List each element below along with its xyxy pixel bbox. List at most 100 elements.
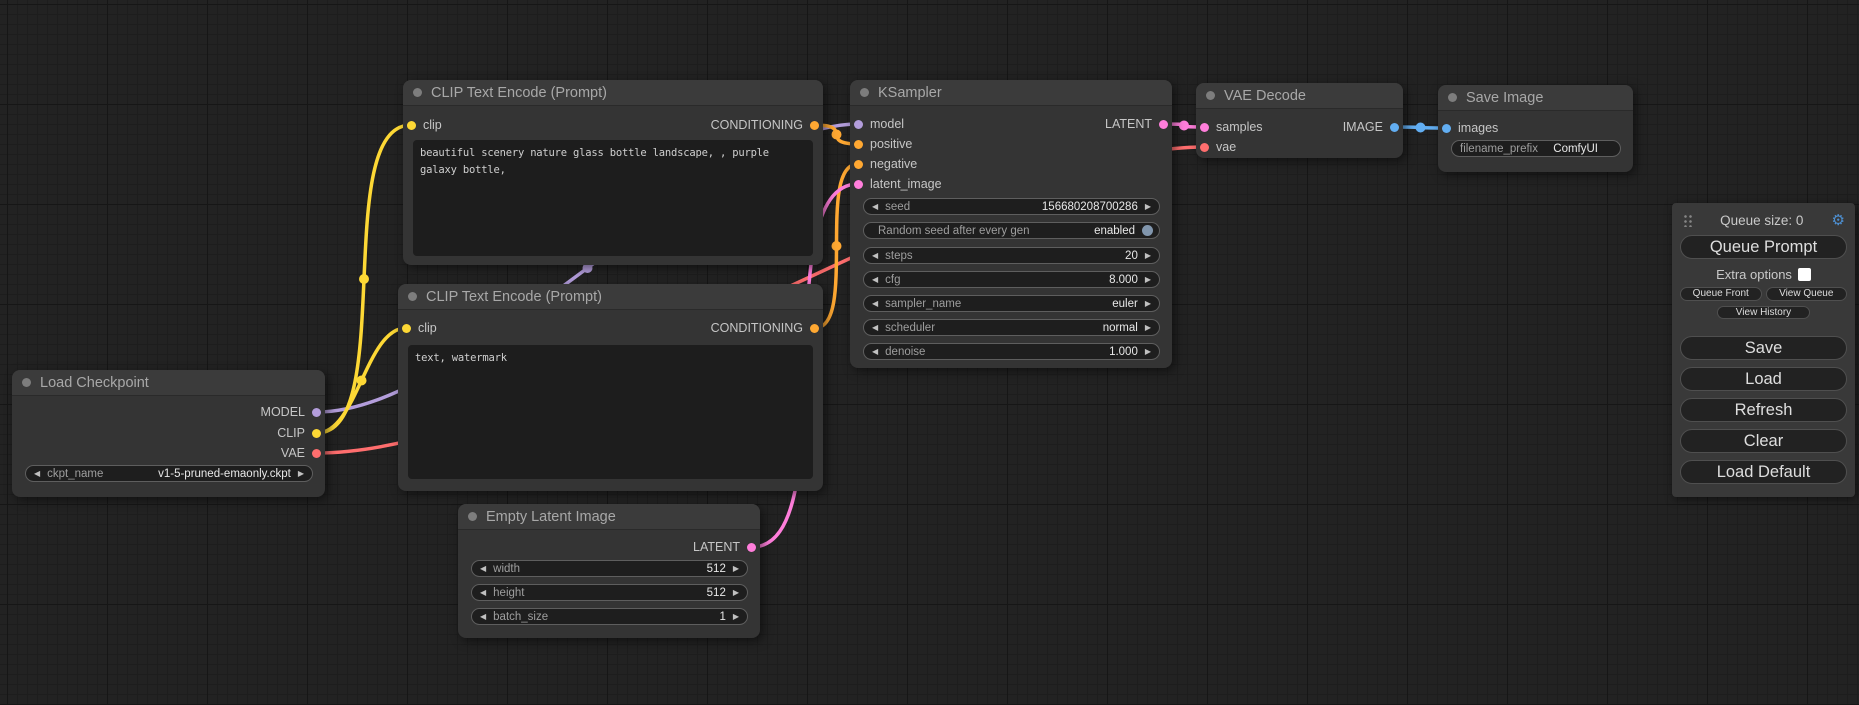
widget-filename_prefix[interactable]: filename_prefixComfyUI	[1451, 140, 1621, 157]
decrement-arrow-icon[interactable]: ◀	[872, 348, 878, 356]
prompt-textarea[interactable]: beautiful scenery nature glass bottle la…	[413, 140, 813, 256]
input-slot-model[interactable]: model	[854, 116, 904, 132]
clip-input-dot[interactable]	[407, 121, 416, 130]
node-title-bar[interactable]: KSampler	[850, 80, 1172, 106]
decrement-arrow-icon[interactable]: ◀	[872, 252, 878, 260]
increment-arrow-icon[interactable]: ▶	[1145, 324, 1151, 332]
vae-input-dot[interactable]	[1200, 143, 1209, 152]
input-slot-clip[interactable]: clip	[402, 320, 437, 336]
link-midpoint-dot[interactable]	[832, 241, 842, 251]
decrement-arrow-icon[interactable]: ◀	[480, 589, 486, 597]
link-midpoint-dot[interactable]	[359, 274, 369, 284]
output-slot-image[interactable]: IMAGE	[1343, 119, 1399, 135]
node-vae-decode[interactable]: VAE DecodesamplesvaeIMAGE	[1196, 83, 1403, 158]
drag-handle-icon[interactable]	[1682, 213, 1692, 227]
increment-arrow-icon[interactable]: ▶	[1145, 252, 1151, 260]
increment-arrow-icon[interactable]: ▶	[1145, 276, 1151, 284]
node-ksampler[interactable]: KSamplermodelpositivenegativelatent_imag…	[850, 80, 1172, 368]
widget-ckpt_name[interactable]: ◀ckpt_namev1-5-pruned-emaonly.ckpt▶	[25, 465, 313, 482]
toggle-dot[interactable]	[1142, 225, 1153, 236]
increment-arrow-icon[interactable]: ▶	[1145, 300, 1151, 308]
widget-height[interactable]: ◀height512▶	[471, 584, 748, 601]
decrement-arrow-icon[interactable]: ◀	[480, 565, 486, 573]
save-button[interactable]: Save	[1680, 336, 1847, 360]
link-midpoint-dot[interactable]	[357, 376, 367, 386]
latent-output-dot[interactable]	[1159, 120, 1168, 129]
collapse-dot-icon[interactable]	[1206, 91, 1215, 100]
queue-prompt-button[interactable]: Queue Prompt	[1680, 235, 1847, 259]
widget-width[interactable]: ◀width512▶	[471, 560, 748, 577]
output-slot-clip[interactable]: CLIP	[277, 425, 321, 441]
input-slot-samples[interactable]: samples	[1200, 119, 1263, 135]
collapse-dot-icon[interactable]	[468, 512, 477, 521]
input-slot-negative[interactable]: negative	[854, 156, 917, 172]
link-midpoint-dot[interactable]	[832, 130, 842, 140]
input-slot-images[interactable]: images	[1442, 120, 1498, 136]
decrement-arrow-icon[interactable]: ◀	[872, 300, 878, 308]
output-slot-conditioning[interactable]: CONDITIONING	[711, 117, 819, 133]
increment-arrow-icon[interactable]: ▶	[733, 589, 739, 597]
node-save-image[interactable]: Save Image images filename_prefixComfyUI	[1438, 85, 1633, 172]
input-slot-clip[interactable]: clip	[407, 117, 442, 133]
conditioning-output-dot[interactable]	[810, 324, 819, 333]
conditioning-input-dot[interactable]	[854, 160, 863, 169]
output-slot-vae[interactable]: VAE	[281, 445, 321, 461]
load-button[interactable]: Load	[1680, 367, 1847, 391]
clear-button[interactable]: Clear	[1680, 429, 1847, 453]
input-slot-positive[interactable]: positive	[854, 136, 912, 152]
output-slot-conditioning[interactable]: CONDITIONING	[711, 320, 819, 336]
decrement-arrow-icon[interactable]: ◀	[872, 324, 878, 332]
decrement-arrow-icon[interactable]: ◀	[872, 203, 878, 211]
collapse-dot-icon[interactable]	[413, 88, 422, 97]
model-input-dot[interactable]	[854, 120, 863, 129]
widget-sampler_name[interactable]: ◀sampler_nameeuler▶	[863, 295, 1160, 312]
link-midpoint-dot[interactable]	[1179, 121, 1189, 131]
increment-arrow-icon[interactable]: ▶	[298, 470, 304, 478]
decrement-arrow-icon[interactable]: ◀	[34, 470, 40, 478]
conditioning-output-dot[interactable]	[810, 121, 819, 130]
increment-arrow-icon[interactable]: ▶	[733, 565, 739, 573]
node-load-checkpoint[interactable]: Load Checkpoint MODEL CLIP VAE ◀ckpt_namev1-…	[12, 370, 325, 497]
node-title-bar[interactable]: Load Checkpoint	[12, 370, 325, 396]
node-title-bar[interactable]: Save Image	[1438, 85, 1633, 111]
clip-input-dot[interactable]	[402, 324, 411, 333]
node-clip-text-encode-1[interactable]: CLIP Text Encode (Prompt)clipCONDITIONIN…	[403, 80, 823, 265]
prompt-textarea[interactable]: text, watermark	[408, 345, 813, 479]
gear-icon[interactable]: ⚙	[1832, 213, 1845, 228]
node-title-bar[interactable]: VAE Decode	[1196, 83, 1403, 109]
node-clip-text-encode-2[interactable]: CLIP Text Encode (Prompt) clip CONDITIONIN…	[398, 284, 823, 491]
widget-steps[interactable]: ◀steps20▶	[863, 247, 1160, 264]
decrement-arrow-icon[interactable]: ◀	[872, 276, 878, 284]
link-midpoint-dot[interactable]	[1416, 123, 1426, 133]
view-history-button[interactable]: View History	[1717, 306, 1811, 319]
latent-input-dot[interactable]	[1200, 123, 1209, 132]
widget-Random seed after every gen[interactable]: Random seed after every genenabled	[863, 222, 1160, 239]
node-title-bar[interactable]: Empty Latent Image	[458, 504, 760, 530]
refresh-button[interactable]: Refresh	[1680, 398, 1847, 422]
image-input-dot[interactable]	[1442, 124, 1451, 133]
decrement-arrow-icon[interactable]: ◀	[480, 613, 486, 621]
extra-options-checkbox[interactable]	[1798, 268, 1811, 281]
latent-output-dot[interactable]	[747, 543, 756, 552]
vae-output-dot[interactable]	[312, 449, 321, 458]
collapse-dot-icon[interactable]	[1448, 93, 1457, 102]
latent-input-dot[interactable]	[854, 180, 863, 189]
increment-arrow-icon[interactable]: ▶	[733, 613, 739, 621]
increment-arrow-icon[interactable]: ▶	[1145, 348, 1151, 356]
output-slot-latent[interactable]: LATENT	[693, 539, 756, 555]
view-queue-button[interactable]: View Queue	[1766, 287, 1848, 301]
node-title-bar[interactable]: CLIP Text Encode (Prompt)	[398, 284, 823, 310]
model-output-dot[interactable]	[312, 408, 321, 417]
queue-front-button[interactable]: Queue Front	[1680, 287, 1762, 301]
image-output-dot[interactable]	[1390, 123, 1399, 132]
output-slot-model[interactable]: MODEL	[261, 404, 321, 420]
widget-scheduler[interactable]: ◀schedulernormal▶	[863, 319, 1160, 336]
node-empty-latent-image[interactable]: Empty Latent Image LATENT ◀width512▶ ◀heigh…	[458, 504, 760, 638]
widget-denoise[interactable]: ◀denoise1.000▶	[863, 343, 1160, 360]
collapse-dot-icon[interactable]	[408, 292, 417, 301]
load-default-button[interactable]: Load Default	[1680, 460, 1847, 484]
collapse-dot-icon[interactable]	[860, 88, 869, 97]
widget-batch_size[interactable]: ◀batch_size1▶	[471, 608, 748, 625]
widget-seed[interactable]: ◀seed156680208700286▶	[863, 198, 1160, 215]
clip-output-dot[interactable]	[312, 429, 321, 438]
